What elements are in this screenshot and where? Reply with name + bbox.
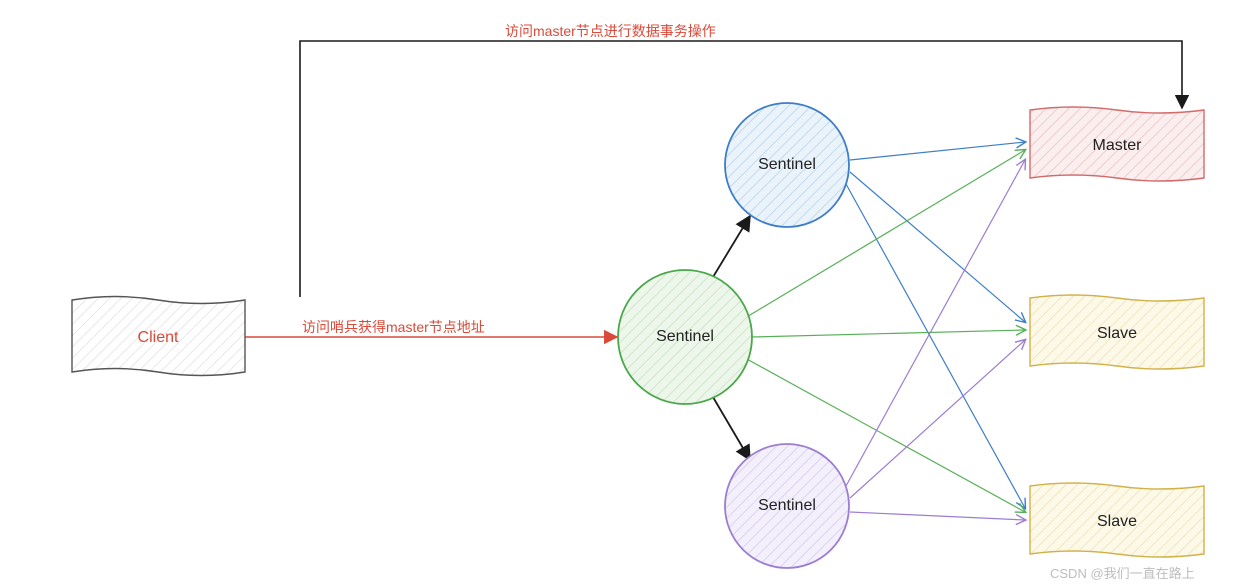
- edge-s1-master: [850, 142, 1025, 160]
- edge-s2-to-s1: [710, 216, 750, 282]
- sentinel2-label: Sentinel: [656, 328, 714, 345]
- client-label: Client: [138, 329, 179, 346]
- label-middle: 访问哨兵获得master节点地址: [302, 319, 485, 335]
- sentinel1-label: Sentinel: [758, 156, 816, 173]
- slave2-node: Slave: [1030, 483, 1204, 557]
- sentinel3-node: Sentinel: [725, 444, 849, 568]
- edge-s1-slave1: [850, 172, 1025, 322]
- master-label: Master: [1093, 137, 1143, 154]
- sentinel2-node: Sentinel: [618, 270, 752, 404]
- slave1-label: Slave: [1097, 325, 1137, 342]
- edge-s3-slave2: [850, 512, 1025, 520]
- sentinel3-label: Sentinel: [758, 497, 816, 514]
- edge-s3-slave1: [850, 340, 1025, 498]
- slave1-node: Slave: [1030, 295, 1204, 369]
- watermark: CSDN @我们一直在路上: [1050, 566, 1195, 581]
- edge-s1-slave2: [846, 184, 1025, 508]
- slave2-label: Slave: [1097, 513, 1137, 530]
- edge-s2-slave1: [752, 330, 1025, 337]
- sentinel1-node: Sentinel: [725, 103, 849, 227]
- master-node: Master: [1030, 107, 1204, 181]
- architecture-diagram: 访问master节点进行数据事务操作 访问哨兵获得master节点地址 Clie…: [0, 0, 1234, 584]
- client-node: Client: [72, 297, 245, 376]
- edge-s3-master: [846, 160, 1025, 486]
- edge-s2-to-s3: [710, 392, 750, 460]
- label-top: 访问master节点进行数据事务操作: [505, 23, 716, 39]
